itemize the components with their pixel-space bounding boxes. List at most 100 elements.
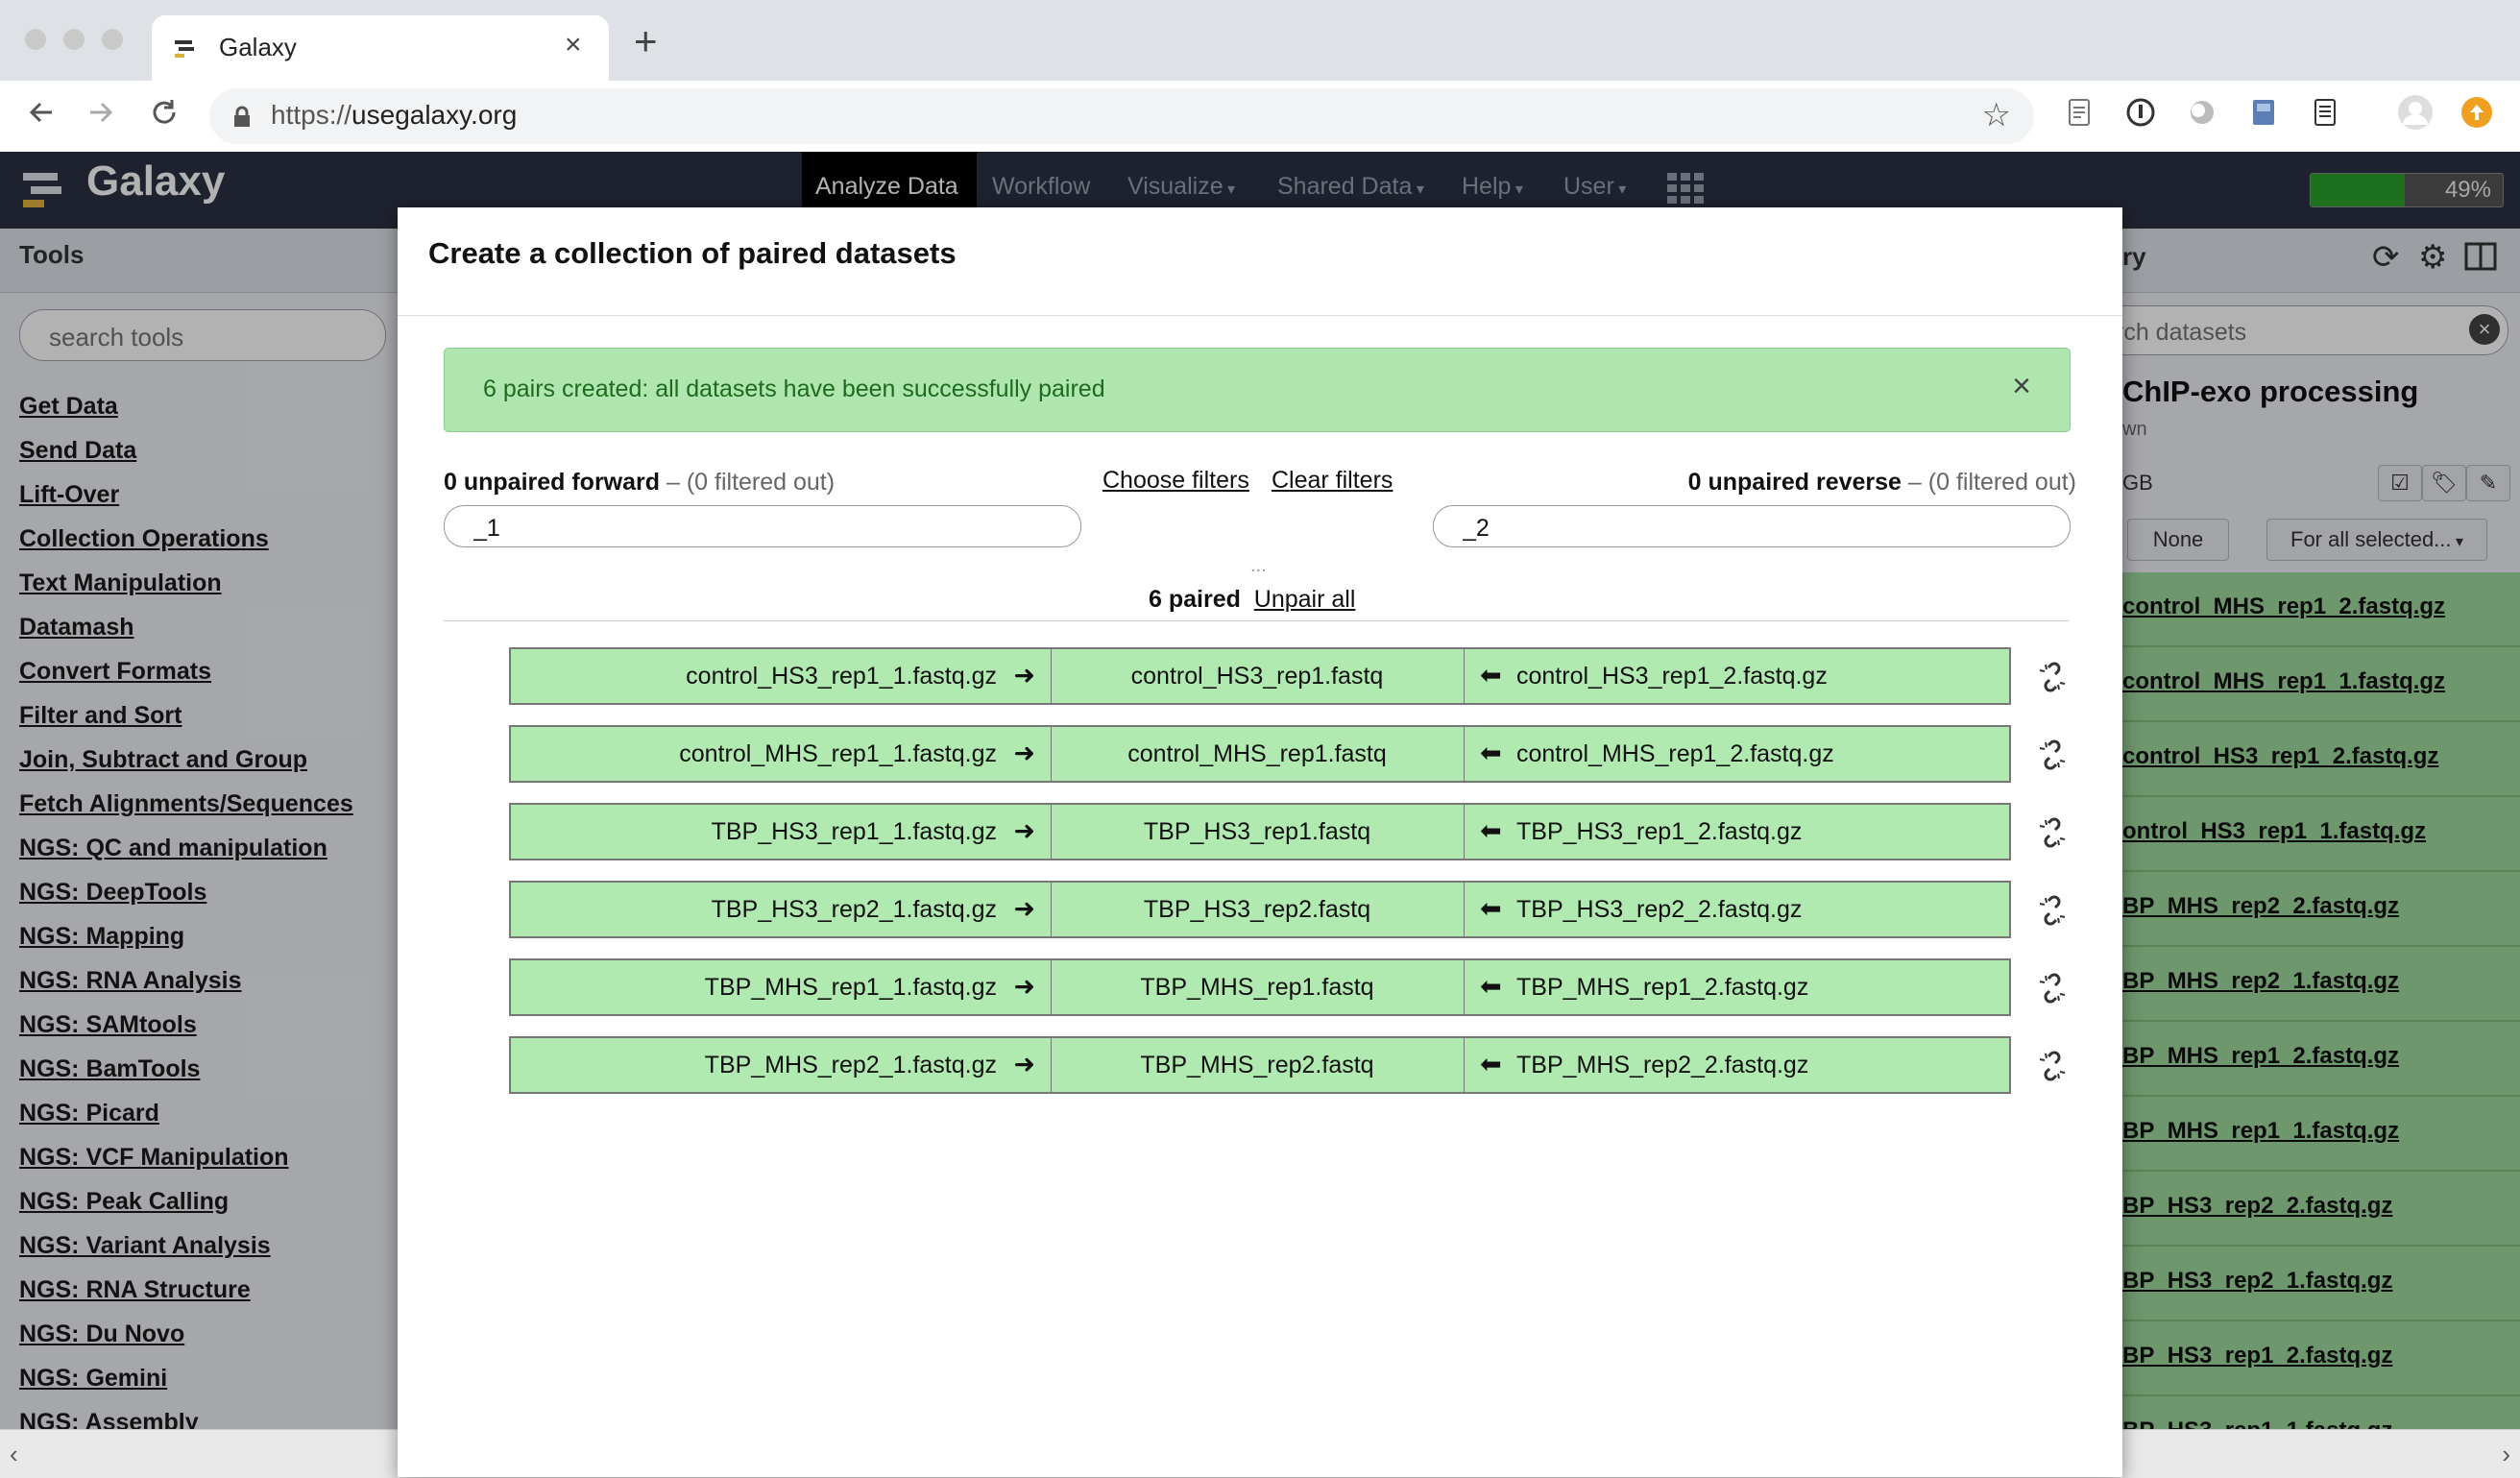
success-alert: 6 pairs created: all datasets have been … [444, 348, 2071, 432]
pair-reverse[interactable]: ⬅ control_HS3_rep1_2.fastq.gz [1465, 649, 2007, 703]
arrow-right-icon: ➜ [1013, 661, 1035, 690]
reverse-filter[interactable] [1433, 505, 2071, 547]
pair-reverse[interactable]: ⬅ TBP_MHS_rep1_2.fastq.gz [1465, 960, 2007, 1014]
pair-name[interactable]: TBP_MHS_rep2.fastq [1051, 1038, 1465, 1092]
extension-icon[interactable] [2063, 96, 2096, 129]
pair-row[interactable]: TBP_MHS_rep2_1.fastq.gz ➜ TBP_MHS_rep2.fas… [509, 1036, 2011, 1094]
clear-filters-link[interactable]: Clear filters [1272, 467, 1393, 495]
forward-count: 0 unpaired forward [444, 469, 661, 496]
reverse-dataset-name: TBP_HS3_rep2_2.fastq.gz [1516, 896, 1803, 923]
new-tab-button[interactable]: + [634, 21, 658, 61]
pair-row[interactable]: TBP_HS3_rep2_1.fastq.gz ➜ TBP_HS3_rep2.fas… [509, 881, 2011, 938]
forward-dataset-name: TBP_HS3_rep2_1.fastq.gz [711, 896, 997, 923]
pair-reverse[interactable]: ⬅ TBP_HS3_rep1_2.fastq.gz [1465, 805, 2007, 859]
unpair-icon[interactable] [2036, 816, 2069, 849]
pair-forward[interactable]: TBP_MHS_rep2_1.fastq.gz ➜ [511, 1038, 1052, 1092]
window-zoom-button[interactable] [102, 29, 123, 50]
tab-title: Galaxy [219, 33, 297, 61]
arrow-right-icon: ➜ [1013, 894, 1035, 923]
back-icon[interactable] [25, 96, 58, 129]
arrow-right-icon: ➜ [1013, 1050, 1035, 1078]
extension-icon[interactable] [2247, 96, 2280, 129]
pair-reverse[interactable]: ⬅ control_MHS_rep1_2.fastq.gz [1465, 727, 2007, 781]
pair-forward[interactable]: control_MHS_rep1_1.fastq.gz ➜ [511, 727, 1052, 781]
paired-header: 6 paired Unpair all [1149, 586, 1355, 614]
arrow-left-icon: ⬅ [1480, 661, 1502, 690]
forward-dataset-name: TBP_MHS_rep2_1.fastq.gz [704, 1052, 997, 1078]
unpair-icon[interactable] [2036, 1050, 2069, 1082]
url-text: https://usegalaxy.org [271, 100, 517, 131]
pair-name-text: TBP_MHS_rep2.fastq [1140, 1052, 1374, 1078]
arrow-right-icon: ➜ [1013, 739, 1035, 767]
extension-icon[interactable] [2309, 96, 2341, 129]
pair-row[interactable]: control_HS3_rep1_1.fastq.gz ➜ control_HS3_… [509, 647, 2011, 705]
reverse-count: 0 unpaired reverse [1687, 469, 1902, 496]
reverse-dataset-name: TBP_MHS_rep2_2.fastq.gz [1516, 1052, 1809, 1078]
pair-name-text: TBP_HS3_rep2.fastq [1143, 896, 1371, 923]
paired-divider [444, 620, 2069, 621]
unpair-all-link[interactable]: Unpair all [1254, 586, 1356, 613]
lock-icon [234, 106, 250, 127]
update-icon[interactable] [2460, 96, 2493, 129]
forward-filtered: – (0 filtered out) [660, 469, 836, 496]
browser-tab[interactable]: Galaxy × [152, 15, 609, 81]
unpair-icon[interactable] [2036, 972, 2069, 1005]
reverse-dataset-name: TBP_MHS_rep1_2.fastq.gz [1516, 974, 1809, 1001]
forward-dataset-name: control_HS3_rep1_1.fastq.gz [686, 663, 997, 690]
pair-name[interactable]: TBP_MHS_rep1.fastq [1051, 960, 1465, 1014]
extension-icon[interactable] [2186, 96, 2218, 129]
forward-dataset-name: control_MHS_rep1_1.fastq.gz [679, 740, 997, 767]
arrow-left-icon: ⬅ [1480, 816, 1502, 845]
modal-divider [398, 315, 2122, 316]
window-minimize-button[interactable] [63, 29, 85, 50]
reload-icon[interactable] [148, 96, 181, 129]
unpair-icon[interactable] [2036, 894, 2069, 927]
reverse-dataset-name: TBP_HS3_rep1_2.fastq.gz [1516, 818, 1803, 845]
address-bar[interactable]: https://usegalaxy.org ☆ [209, 88, 2034, 144]
tab-close-icon[interactable]: × [565, 29, 582, 61]
unpair-icon[interactable] [2036, 661, 2069, 693]
forward-dataset-name: TBP_HS3_rep1_1.fastq.gz [711, 818, 997, 845]
pair-forward[interactable]: control_HS3_rep1_1.fastq.gz ➜ [511, 649, 1052, 703]
pair-reverse[interactable]: ⬅ TBP_MHS_rep2_2.fastq.gz [1465, 1038, 2007, 1092]
success-alert-message: 6 pairs created: all datasets have been … [483, 376, 1105, 402]
forward-filter[interactable] [444, 505, 1081, 547]
pair-forward[interactable]: TBP_HS3_rep2_1.fastq.gz ➜ [511, 883, 1052, 936]
pair-forward[interactable]: TBP_HS3_rep1_1.fastq.gz ➜ [511, 805, 1052, 859]
bookmark-star-icon[interactable]: ☆ [1982, 96, 2011, 134]
profile-icon[interactable] [2397, 94, 2434, 131]
pair-name[interactable]: TBP_HS3_rep2.fastq [1051, 883, 1465, 936]
scroll-left-icon[interactable]: ‹ [10, 1440, 18, 1469]
arrow-left-icon: ⬅ [1480, 1050, 1502, 1078]
forward-filter-input[interactable] [472, 514, 1052, 544]
alert-close-icon[interactable]: × [2012, 370, 2031, 402]
pair-name[interactable]: TBP_HS3_rep1.fastq [1051, 805, 1465, 859]
pair-name[interactable]: control_HS3_rep1.fastq [1051, 649, 1465, 703]
reverse-filter-input[interactable] [1461, 514, 2041, 544]
splitter-handle[interactable]: ... [1250, 555, 1267, 577]
reverse-dataset-name: control_MHS_rep1_2.fastq.gz [1516, 740, 1834, 767]
forward-icon[interactable] [85, 96, 117, 129]
pair-name[interactable]: control_MHS_rep1.fastq [1051, 727, 1465, 781]
arrow-left-icon: ⬅ [1480, 894, 1502, 923]
paired-collection-modal: Create a collection of paired datasets 6… [398, 207, 2122, 1477]
pair-name-text: control_MHS_rep1.fastq [1127, 740, 1387, 767]
arrow-right-icon: ➜ [1013, 972, 1035, 1001]
window-close-button[interactable] [25, 29, 46, 50]
pair-name-text: TBP_HS3_rep1.fastq [1143, 818, 1371, 845]
pair-forward[interactable]: TBP_MHS_rep1_1.fastq.gz ➜ [511, 960, 1052, 1014]
pair-reverse[interactable]: ⬅ TBP_HS3_rep2_2.fastq.gz [1465, 883, 2007, 936]
choose-filters-link[interactable]: Choose filters [1102, 467, 1249, 495]
arrow-right-icon: ➜ [1013, 816, 1035, 845]
pair-row[interactable]: TBP_HS3_rep1_1.fastq.gz ➜ TBP_HS3_rep1.fas… [509, 803, 2011, 860]
reverse-filtered: – (0 filtered out) [1901, 469, 2076, 496]
pair-row[interactable]: control_MHS_rep1_1.fastq.gz ➜ control_MHS_… [509, 725, 2011, 783]
pair-row[interactable]: TBP_MHS_rep1_1.fastq.gz ➜ TBP_MHS_rep1.fas… [509, 958, 2011, 1016]
paired-count: 6 paired [1149, 586, 1241, 613]
arrow-left-icon: ⬅ [1480, 739, 1502, 767]
forward-header: 0 unpaired forward – (0 filtered out) [444, 469, 835, 497]
extension-icon[interactable] [2124, 96, 2157, 129]
scroll-right-icon[interactable]: › [2502, 1440, 2510, 1469]
unpair-icon[interactable] [2036, 739, 2069, 771]
modal-title: Create a collection of paired datasets [428, 236, 957, 270]
